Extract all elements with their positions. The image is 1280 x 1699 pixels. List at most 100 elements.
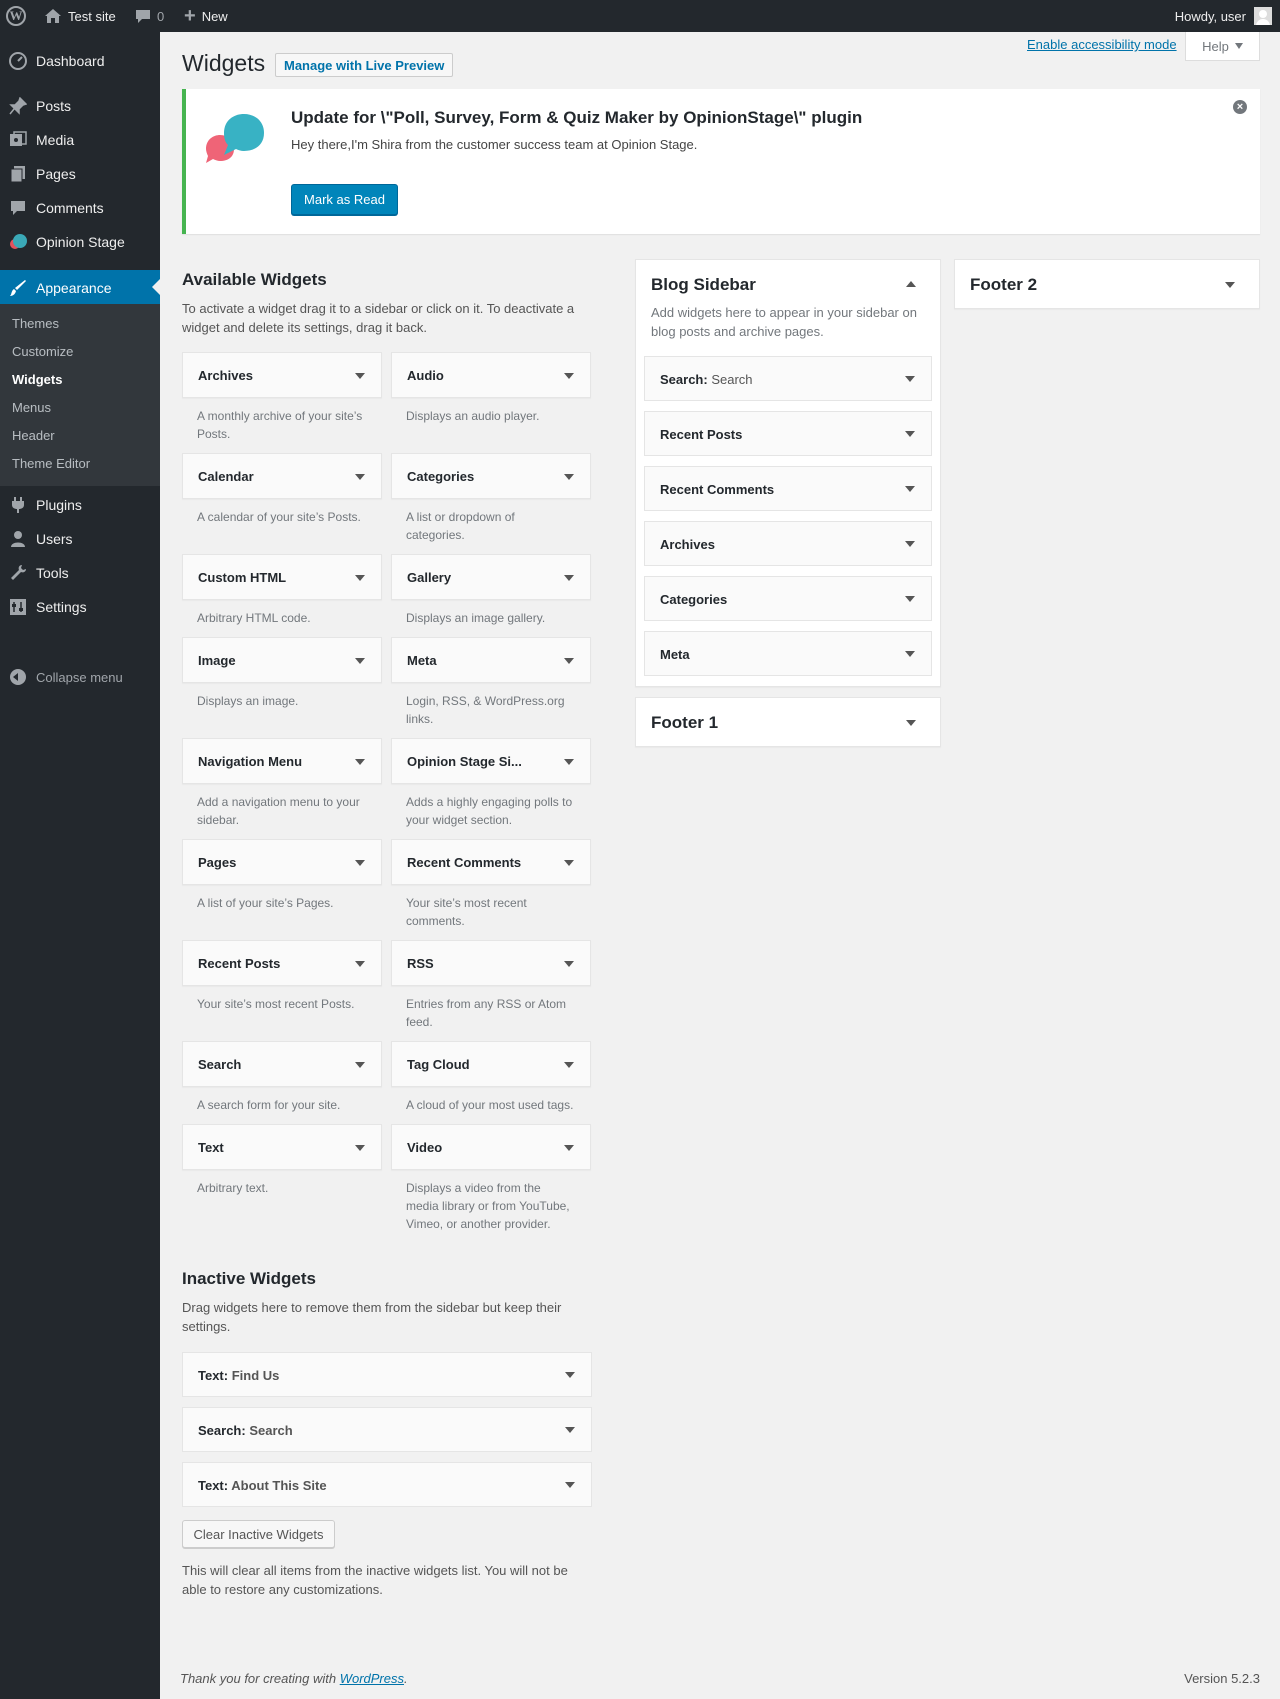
widget-rss[interactable]: RSS <box>391 940 591 986</box>
widget-description: Displays an image. <box>197 694 299 708</box>
menu-users[interactable]: Users <box>0 522 160 556</box>
new-content-link[interactable]: + New <box>184 0 228 32</box>
clear-inactive-widgets-button[interactable]: Clear Inactive Widgets <box>182 1520 335 1548</box>
widget-title: Pages <box>198 855 237 870</box>
widget-arrow-icon <box>565 1427 575 1438</box>
footer-period: . <box>404 1671 408 1686</box>
menu-label: Comments <box>36 200 104 216</box>
widget-archives[interactable]: Archives <box>182 352 382 398</box>
inactive-widget-text-find-us[interactable]: Text: Find Us <box>182 1352 592 1397</box>
footer-1-title: Footer 1 <box>651 713 719 732</box>
sidebar-widget-archives[interactable]: Archives <box>644 521 932 566</box>
inactive-widget-text-about[interactable]: Text: About This Site <box>182 1462 592 1507</box>
widget-instance-title: Search <box>711 372 753 387</box>
close-icon[interactable]: × <box>1233 100 1247 114</box>
notice-text: Hey there,I'm Shira from the customer su… <box>291 137 698 152</box>
sidebar-widget-search[interactable]: Search: Search <box>644 356 932 401</box>
widget-title: Search <box>198 1057 242 1072</box>
widget-title: Text <box>198 1140 224 1155</box>
enable-accessibility-link[interactable]: Enable accessibility mode <box>1027 37 1177 52</box>
widget-title: Recent Comments <box>407 855 522 870</box>
menu-comments[interactable]: Comments <box>0 191 160 225</box>
widget-recent-comments[interactable]: Recent Comments <box>391 839 591 885</box>
submenu-menus[interactable]: Menus <box>12 400 51 415</box>
expand-arrow-icon[interactable] <box>906 720 916 726</box>
widget-opinion-stage[interactable]: Opinion Stage Si... <box>391 738 591 784</box>
submenu-header[interactable]: Header <box>12 428 55 443</box>
menu-posts[interactable]: Posts <box>0 89 160 123</box>
available-widgets-description: To activate a widget drag it to a sideba… <box>182 301 575 335</box>
submenu-themes[interactable]: Themes <box>12 316 59 331</box>
widget-calendar[interactable]: Calendar <box>182 453 382 499</box>
submenu-theme-editor[interactable]: Theme Editor <box>12 456 90 471</box>
dashboard-icon <box>8 52 28 70</box>
collapse-label: Collapse menu <box>36 669 123 685</box>
widget-title: Search: Search <box>198 1423 293 1438</box>
sidebar-widget-meta[interactable]: Meta <box>644 631 932 676</box>
footer-2-panel[interactable]: Footer 2 <box>954 259 1260 309</box>
sidebar-widget-recent-posts[interactable]: Recent Posts <box>644 411 932 456</box>
widget-arrow-icon <box>564 1062 574 1073</box>
manage-live-preview-button[interactable]: Manage with Live Preview <box>275 53 454 77</box>
footer-thanks: Thank you for creating with WordPress. <box>180 1671 408 1686</box>
widget-gallery[interactable]: Gallery <box>391 554 591 600</box>
widget-navigation-menu[interactable]: Navigation Menu <box>182 738 382 784</box>
my-account-menu[interactable]: Howdy, user <box>1175 0 1272 32</box>
blog-sidebar-title[interactable]: Blog Sidebar <box>651 275 756 295</box>
collapse-menu-button[interactable]: Collapse menu <box>0 662 160 692</box>
pushpin-icon <box>8 97 28 115</box>
submenu-customize[interactable]: Customize <box>12 344 73 359</box>
widget-arrow-icon <box>565 1372 575 1383</box>
widget-search[interactable]: Search <box>182 1041 382 1087</box>
widget-title: Audio <box>407 368 444 383</box>
widget-title: Categories <box>660 592 728 607</box>
widget-arrow-icon <box>905 431 915 442</box>
footer-2-title: Footer 2 <box>970 275 1038 294</box>
widget-audio[interactable]: Audio <box>391 352 591 398</box>
widget-meta[interactable]: Meta <box>391 637 591 683</box>
help-tab-button[interactable]: Help <box>1185 32 1260 61</box>
menu-pages[interactable]: Pages <box>0 157 160 191</box>
widget-custom-html[interactable]: Custom HTML <box>182 554 382 600</box>
inactive-widget-search[interactable]: Search: Search <box>182 1407 592 1452</box>
widget-pages[interactable]: Pages <box>182 839 382 885</box>
menu-settings[interactable]: Settings <box>0 590 160 624</box>
widget-arrow-icon <box>905 651 915 662</box>
menu-dashboard[interactable]: Dashboard <box>0 44 160 78</box>
collapse-arrow-icon <box>10 669 26 685</box>
widget-tag-cloud[interactable]: Tag Cloud <box>391 1041 591 1087</box>
wordpress-link[interactable]: WordPress <box>340 1671 404 1686</box>
blog-sidebar-panel: Blog Sidebar Add widgets here to appear … <box>635 259 941 687</box>
widget-title: Archives <box>198 368 253 383</box>
widget-video[interactable]: Video <box>391 1124 591 1170</box>
wordpress-logo-menu[interactable]: W <box>6 0 26 32</box>
widget-arrow-icon <box>905 541 915 552</box>
sidebar-widget-categories[interactable]: Categories <box>644 576 932 621</box>
widget-description: A cloud of your most used tags. <box>406 1098 574 1112</box>
site-name-link[interactable]: Test site <box>44 0 116 32</box>
widget-text[interactable]: Text <box>182 1124 382 1170</box>
menu-plugins[interactable]: Plugins <box>0 488 160 522</box>
available-widgets-title: Available Widgets <box>182 270 327 289</box>
menu-appearance[interactable]: Appearance <box>0 270 160 305</box>
widget-title: Categories <box>407 469 475 484</box>
collapse-arrow-icon[interactable] <box>906 281 916 287</box>
widget-type: Search: <box>198 1423 246 1438</box>
menu-tools[interactable]: Tools <box>0 556 160 590</box>
widget-instance-title: Find Us <box>231 1368 280 1383</box>
submenu-widgets[interactable]: Widgets <box>12 372 62 387</box>
expand-arrow-icon[interactable] <box>1225 282 1235 288</box>
widget-image[interactable]: Image <box>182 637 382 683</box>
menu-label: Settings <box>36 599 87 615</box>
widget-categories[interactable]: Categories <box>391 453 591 499</box>
footer-1-panel[interactable]: Footer 1 <box>635 697 941 747</box>
widget-recent-posts[interactable]: Recent Posts <box>182 940 382 986</box>
menu-opinion-stage[interactable]: Opinion Stage <box>0 225 160 259</box>
menu-media[interactable]: Media <box>0 123 160 157</box>
widget-arrow-icon <box>564 373 574 384</box>
sidebar-widget-recent-comments[interactable]: Recent Comments <box>644 466 932 511</box>
pages-icon <box>8 165 28 183</box>
mark-as-read-button[interactable]: Mark as Read <box>291 184 398 215</box>
comments-link[interactable]: 0 <box>135 0 164 32</box>
footer-thanks-text: Thank you for creating with <box>180 1671 340 1686</box>
